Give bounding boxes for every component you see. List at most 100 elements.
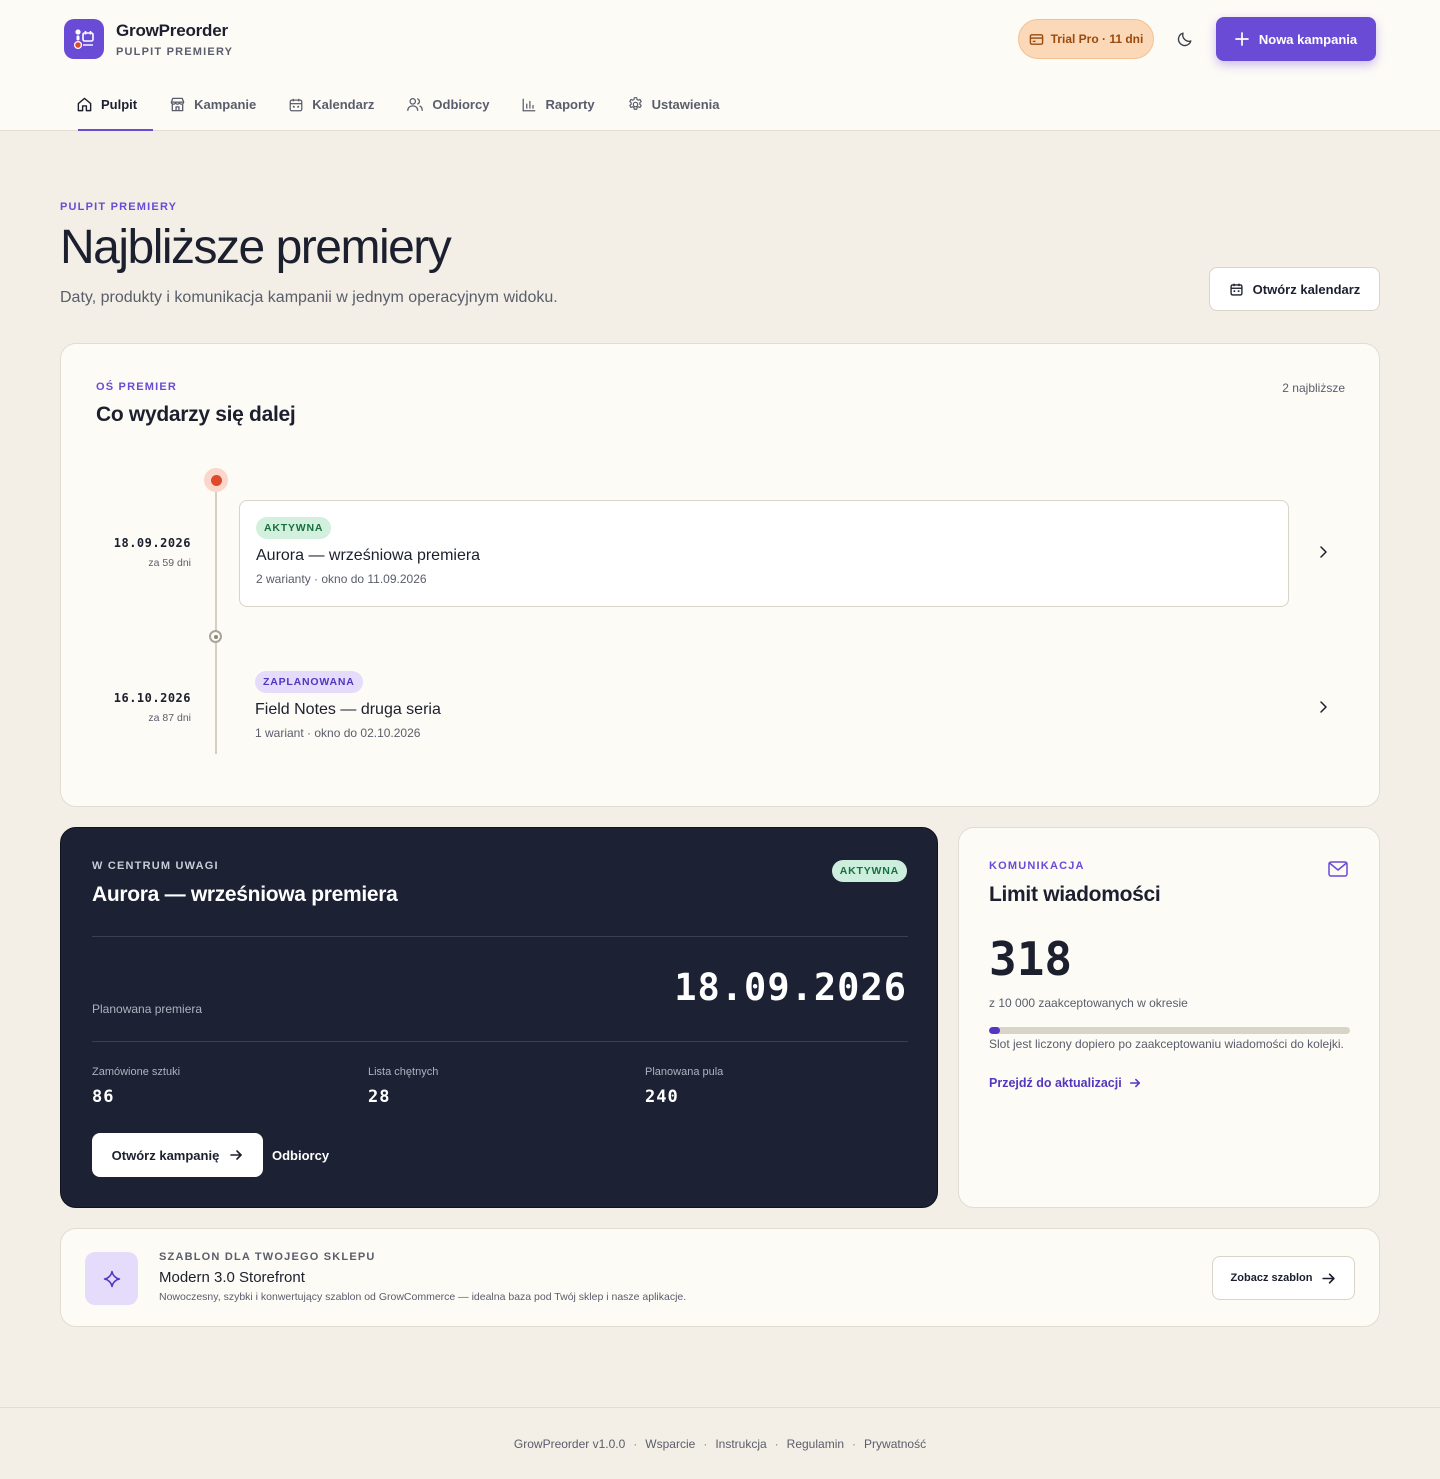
spotlight-title: Aurora — wrześniowa premiera [92, 883, 398, 906]
app-version: GrowPreorder v1.0.0 [513, 1437, 626, 1451]
calendar-icon [1230, 283, 1243, 296]
message-count: 318 [989, 932, 1073, 986]
brand[interactable]: GrowPreorder PULPIT PREMIERY [64, 19, 233, 59]
divider [92, 1041, 908, 1042]
nav-label: Kalendarz [312, 97, 375, 112]
event-meta: 1 wariant · okno do 02.10.2026 [255, 726, 421, 740]
nav-item-kampanie[interactable]: Kampanie [153, 86, 272, 123]
arrow-right-icon [230, 1150, 243, 1160]
event-title: Aurora — wrześniowa premiera [256, 547, 481, 564]
main-nav: Pulpit Kampanie Kalendarz Odbiorcy Rapor… [60, 86, 736, 131]
event-date-block: 18.09.2026 za 59 dni [114, 536, 191, 569]
chevron-right-icon[interactable] [1315, 699, 1331, 715]
nav-label: Raporty [545, 97, 595, 112]
stat-ordered: Zamówione sztuki 86 [92, 1066, 180, 1107]
release-timeline-card: OŚ PREMIER Co wydarzy się dalej 2 najbli… [60, 343, 1380, 807]
nav-label: Ustawienia [651, 97, 720, 112]
communication-eyebrow: KOMUNIKACJA [989, 860, 1085, 872]
footer-link-privacy[interactable]: Prywatność [864, 1437, 926, 1451]
event-date: 16.10.2026 [113, 691, 191, 705]
top-header: GrowPreorder PULPIT PREMIERY Trial Pro ·… [0, 0, 1440, 131]
message-note: Slot jest liczony dopiero po zaakceptowa… [989, 1037, 1344, 1051]
open-campaign-label: Otwórz kampanię [111, 1147, 220, 1163]
bar-chart-icon [523, 98, 536, 111]
event-date: 18.09.2026 [113, 536, 191, 550]
timeline-count: 2 najbliższe [1282, 381, 1345, 395]
upgrade-link[interactable]: Przejdź do aktualizacji [989, 1076, 1141, 1090]
page-title: Najbliższe premiery [60, 221, 452, 274]
nav-item-ustawienia[interactable]: Ustawienia [611, 86, 736, 123]
view-template-button[interactable]: Zobacz szablon [1212, 1256, 1355, 1300]
message-usage-fill [989, 1027, 1001, 1034]
timeline-event[interactable]: AKTYWNA Aurora — wrześniowa premiera 2 w… [239, 500, 1289, 607]
footer-link-terms[interactable]: Regulamin [787, 1437, 844, 1451]
nav-label: Kampanie [194, 97, 257, 112]
open-calendar-label: Otwórz kalendarz [1252, 281, 1361, 297]
message-usage-bar [989, 1027, 1350, 1034]
stat-value: 28 [368, 1087, 391, 1107]
upgrade-link-label: Przejdź do aktualizacji [989, 1076, 1122, 1090]
mail-icon [1328, 861, 1348, 877]
spotlight-eyebrow: W CENTRUM UWAGI [92, 860, 219, 872]
message-quota: z 10 000 zaakceptowanych w okresie [989, 996, 1188, 1010]
timeline-event[interactable]: ZAPLANOWANA Field Notes — druga seria 1 … [239, 655, 1289, 762]
status-badge: AKTYWNA [256, 517, 332, 539]
stat-value: 86 [92, 1087, 115, 1107]
arrow-right-icon [1129, 1078, 1140, 1088]
event-title: Field Notes — druga seria [255, 701, 441, 718]
template-description: Nowoczesny, szybki i konwertujący szablo… [159, 1291, 687, 1303]
users-icon [407, 98, 424, 111]
stat-planned-pool: Planowana pula 240 [645, 1066, 723, 1107]
release-date-label: Planowana premiera [92, 1002, 203, 1016]
new-campaign-label: Nowa kampania [1258, 31, 1358, 47]
stat-label: Lista chętnych [368, 1066, 439, 1078]
brand-text: GrowPreorder PULPIT PREMIERY [116, 21, 233, 58]
nav-item-odbiorcy[interactable]: Odbiorcy [390, 86, 505, 123]
nav-item-pulpit[interactable]: Pulpit [60, 86, 154, 131]
home-icon [77, 97, 92, 112]
timeline-title: Co wydarzy się dalej [96, 403, 296, 426]
moon-icon [1177, 32, 1192, 47]
theme-toggle-button[interactable] [1168, 22, 1202, 56]
gear-icon [628, 97, 642, 110]
page-subtitle: Daty, produkty i komunikacja kampanii w … [60, 289, 558, 306]
stat-waitlist: Lista chętnych 28 [368, 1066, 438, 1107]
trial-badge[interactable]: Trial Pro · 11 dni [1018, 19, 1154, 59]
page-eyebrow: PULPIT PREMIERY [60, 201, 178, 213]
open-campaign-button[interactable]: Otwórz kampanię [92, 1133, 263, 1177]
open-calendar-button[interactable]: Otwórz kalendarz [1209, 267, 1380, 311]
status-badge: AKTYWNA [831, 860, 907, 882]
event-relative: za 59 dni [148, 557, 191, 569]
status-badge: ZAPLANOWANA [255, 671, 363, 693]
spotlight-card: W CENTRUM UWAGI Aurora — wrześniowa prem… [60, 827, 938, 1208]
brand-subtitle: PULPIT PREMIERY [116, 45, 234, 58]
stat-label: Zamówione sztuki [92, 1066, 181, 1078]
release-date: 18.09.2026 [674, 966, 907, 1009]
nav-item-raporty[interactable]: Raporty [505, 86, 610, 123]
stat-value: 240 [645, 1087, 679, 1107]
arrow-right-icon [1322, 1272, 1336, 1284]
communication-title: Limit wiadomości [989, 883, 1161, 906]
nav-label: Pulpit [101, 97, 138, 112]
event-relative: za 87 dni [148, 712, 191, 724]
new-campaign-button[interactable]: Nowa kampania [1216, 17, 1376, 61]
nav-label: Odbiorcy [432, 97, 490, 112]
brand-name: GrowPreorder [116, 20, 228, 40]
footer-link-guide[interactable]: Instrukcja [715, 1437, 766, 1451]
stat-label: Planowana pula [645, 1066, 724, 1078]
event-meta: 2 warianty · okno do 11.09.2026 [256, 572, 427, 586]
divider [92, 936, 908, 937]
recipients-link[interactable]: Odbiorcy [272, 1148, 329, 1163]
timeline-eyebrow: OŚ PREMIER [96, 381, 178, 393]
calendar-icon [289, 98, 303, 111]
store-icon [170, 97, 185, 112]
chevron-right-icon[interactable] [1315, 544, 1331, 560]
sparkle-icon [85, 1252, 138, 1305]
footer-link-support[interactable]: Wsparcie [645, 1437, 695, 1451]
message-limit-card: KOMUNIKACJA Limit wiadomości 318 z 10 00… [958, 827, 1380, 1208]
nav-item-kalendarz[interactable]: Kalendarz [272, 86, 390, 123]
footer: GrowPreorder v1.0.0 · Wsparcie · Instrukcja ·… [0, 1407, 1440, 1479]
template-eyebrow: SZABLON DLA TWOJEGO SKLEPU [159, 1251, 376, 1263]
credit-card-icon [1029, 33, 1043, 45]
timeline-marker [209, 630, 222, 643]
